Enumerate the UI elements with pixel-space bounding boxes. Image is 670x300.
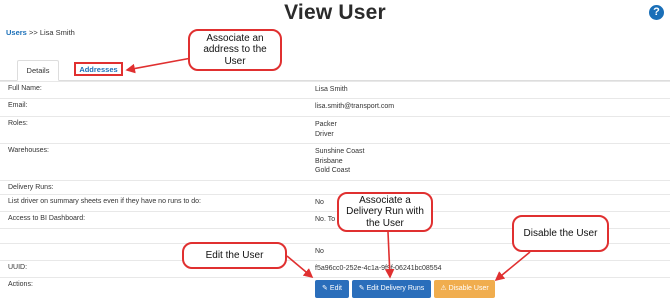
uuid-value: f5a96cc0-252e-4c1a-9f9f-06241bc08554 (315, 265, 442, 272)
disable-user-button[interactable]: ⚠ Disable User (434, 280, 495, 298)
row-warehouses: Warehouses: Sunshine Coast Brisbane Gold… (0, 143, 670, 180)
callout-edit-user: Edit the User (182, 242, 287, 269)
callout-associate-address: Associate an address to the User (188, 29, 282, 71)
email-value: lisa.smith@transport.com (315, 103, 395, 110)
actions-label: Actions: (8, 281, 33, 288)
unlabeled-value: No (315, 248, 324, 255)
roles-value: Packer Driver (315, 120, 337, 139)
row-email: Email: lisa.smith@transport.com (0, 98, 670, 116)
uuid-label: UUID: (8, 264, 28, 271)
edit-button-label: Edit (329, 285, 342, 292)
page-title: View User (284, 1, 386, 24)
breadcrumb-users-link[interactable]: Users (6, 28, 27, 37)
edit-button[interactable]: ✎ Edit (315, 280, 349, 298)
row-delivery-runs: Delivery Runs: (0, 180, 670, 194)
breadcrumb: Users >> Lisa Smith (6, 28, 75, 37)
callout-disable-user: Disable the User (512, 215, 609, 252)
pencil-icon: ✎ (358, 285, 365, 292)
delivery-runs-label: Delivery Runs: (8, 184, 54, 191)
warehouse-item: Gold Coast (315, 167, 351, 174)
warehouse-item: Sunshine Coast (315, 148, 365, 155)
tab-bar: Details Addresses (0, 55, 670, 81)
pencil-icon: ✎ (322, 285, 328, 292)
row-uuid: UUID: f5a96cc0-252e-4c1a-9f9f-06241bc085… (0, 260, 670, 277)
help-icon[interactable]: ? (649, 5, 664, 20)
breadcrumb-current: Lisa Smith (39, 28, 75, 37)
warehouse-item: Brisbane (315, 157, 343, 165)
disable-user-label: Disable User (448, 285, 489, 292)
list-driver-label: List driver on summary sheets even if th… (8, 198, 201, 205)
callout-associate-delivery-run: Associate a Delivery Run with the User (337, 192, 433, 232)
list-driver-value: No (315, 199, 324, 206)
bi-dashboard-value: No. To (315, 216, 336, 223)
edit-delivery-runs-label: Edit Delivery Runs (366, 285, 425, 292)
tab-details[interactable]: Details (17, 60, 59, 81)
roles-label: Roles: (8, 120, 28, 127)
bi-dashboard-label: Access to BI Dashboard: (8, 215, 86, 222)
warning-icon: ⚠ (440, 285, 447, 292)
row-list-driver: List driver on summary sheets even if th… (0, 194, 670, 211)
warehouses-label: Warehouses: (8, 147, 49, 154)
role-item: Driver (315, 130, 334, 138)
row-roles: Roles: Packer Driver (0, 116, 670, 143)
warehouses-value: Sunshine Coast Brisbane Gold Coast (315, 147, 364, 176)
email-label: Email: (8, 102, 28, 109)
tab-addresses[interactable]: Addresses (74, 62, 123, 76)
full-name-value: Lisa Smith (315, 86, 348, 93)
edit-delivery-runs-button[interactable]: ✎ Edit Delivery Runs (352, 280, 431, 298)
breadcrumb-separator: >> (28, 28, 38, 37)
full-name-label: Full Name: (8, 85, 42, 92)
role-item: Packer (315, 121, 337, 128)
row-full-name: Full Name: Lisa Smith (0, 81, 670, 98)
